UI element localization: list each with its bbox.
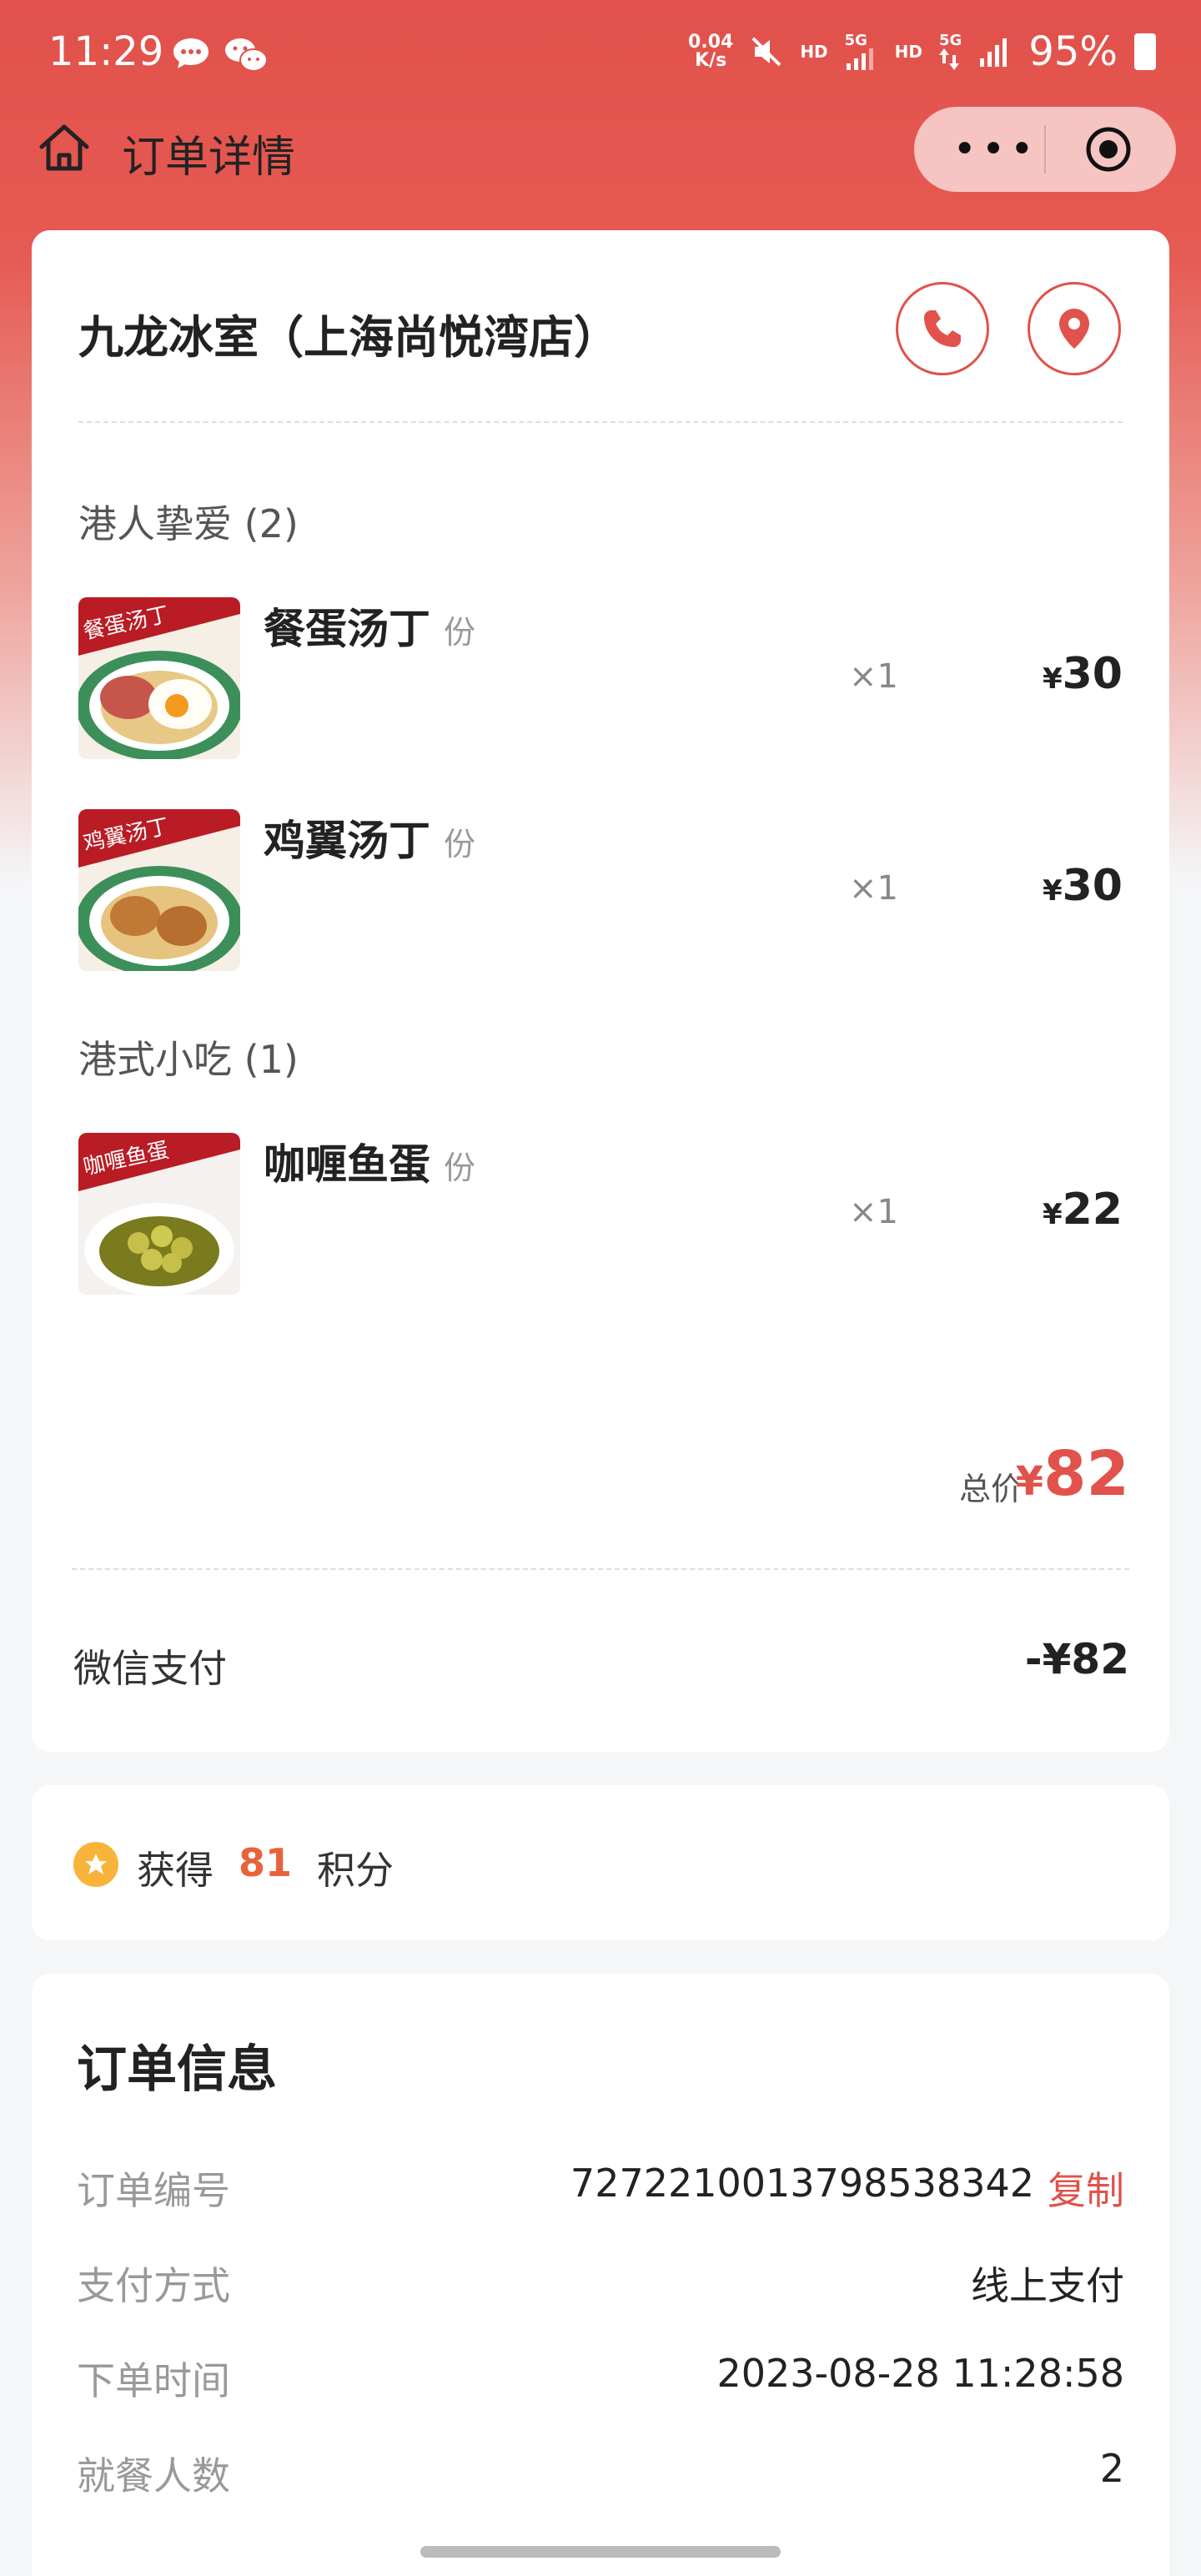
battery-percent: 95% xyxy=(1028,28,1118,75)
item-unit: 份 xyxy=(444,614,476,651)
item-image: 咖喱鱼蛋 xyxy=(78,1133,240,1295)
points-card: 获得 81 积分 xyxy=(32,1785,1169,1940)
mute-icon xyxy=(751,37,781,67)
item-price-value: 30 xyxy=(1062,649,1123,699)
currency-symbol: ¥ xyxy=(1042,1198,1063,1231)
info-label: 下单时间 xyxy=(77,2358,230,2403)
location-pin-icon xyxy=(1059,309,1089,349)
signal-1: 5G xyxy=(845,33,878,70)
speed-value: 0.04 xyxy=(688,32,734,53)
item-unit: 份 xyxy=(444,1150,476,1186)
item-image: 餐蛋汤丁 xyxy=(78,597,240,759)
item-price-value: 22 xyxy=(1062,1185,1123,1235)
order-card: 九龙冰室（上海尚悦湾店） 港人挚爱 (2) 餐蛋汤丁 餐蛋汤丁份 ×1 ¥30 xyxy=(32,230,1169,1752)
item-name-text: 餐蛋汤丁 xyxy=(264,605,430,653)
payment-amount: -¥82 xyxy=(1024,1635,1129,1683)
hd-label-1: HD xyxy=(800,42,828,62)
points-value: 81 xyxy=(239,1840,293,1885)
category-label: 港人挚爱 (2) xyxy=(78,501,299,546)
food-image-egg-luncheon: 餐蛋汤丁 xyxy=(78,597,240,759)
signal-bars-icon xyxy=(846,48,873,70)
item-name-text: 鸡翼汤丁 xyxy=(264,817,430,865)
status-bar: 11:29 0.04 K/s HD 5G HD 5G 95% xyxy=(0,0,1201,108)
page-header: 订单详情 ••• xyxy=(0,100,1201,199)
item-qty: ×1 xyxy=(849,1193,898,1231)
item-price-value: 30 xyxy=(1062,861,1123,911)
battery-icon xyxy=(1134,33,1156,70)
total-label: 总价 xyxy=(958,1471,1023,1507)
order-info-title: 订单信息 xyxy=(77,2040,277,2099)
food-image-curry-fishball: 咖喱鱼蛋 xyxy=(78,1133,240,1295)
info-label: 订单编号 xyxy=(77,2168,230,2213)
item-name-text: 咖喱鱼蛋 xyxy=(264,1140,430,1189)
points-text: 获得 81 积分 xyxy=(137,1840,394,1895)
points-suffix: 积分 xyxy=(317,1848,394,1893)
info-row-order-number: 订单编号 7272210013798538342 复制 xyxy=(77,2161,1124,2213)
signal-2: 5G xyxy=(939,33,962,70)
category-label: 港式小吃 (1) xyxy=(78,1037,299,1082)
capsule-divider xyxy=(1044,125,1046,174)
speed-unit: K/s xyxy=(695,50,727,71)
star-icon xyxy=(73,1842,118,1887)
item-name: 咖喱鱼蛋份 xyxy=(264,1131,475,1191)
page-title: 订单详情 xyxy=(122,133,296,183)
copy-button[interactable]: 复制 xyxy=(1048,2161,1124,2216)
item-name: 餐蛋汤丁份 xyxy=(264,596,475,656)
home-icon[interactable] xyxy=(37,120,92,175)
order-info-card: 订单信息 订单编号 7272210013798538342 复制 支付方式 线上… xyxy=(32,1974,1169,2576)
divider xyxy=(78,421,1123,423)
data-arrows-icon xyxy=(939,48,959,70)
status-right: 0.04 K/s HD 5G HD 5G 95% xyxy=(688,28,1156,75)
item-qty: ×1 xyxy=(849,869,898,908)
network-speed: 0.04 K/s xyxy=(688,33,733,70)
info-row-order-time: 下单时间 2023-08-28 11:28:58 xyxy=(77,2351,1124,2403)
star-glyph-icon xyxy=(85,1854,107,1874)
diners-value: 2 xyxy=(1099,2446,1124,2491)
order-number-value: 7272210013798538342 xyxy=(570,2161,1034,2206)
item-name: 鸡翼汤丁份 xyxy=(264,808,475,868)
total-price-value: 82 xyxy=(1043,1438,1129,1510)
item-price: ¥30 xyxy=(1043,649,1123,699)
status-time: 11:29 xyxy=(48,28,164,75)
currency-symbol: ¥ xyxy=(1042,874,1063,908)
info-label: 就餐人数 xyxy=(77,2453,230,2498)
info-label: 支付方式 xyxy=(77,2263,230,2308)
call-button[interactable] xyxy=(896,282,989,375)
item-qty: ×1 xyxy=(849,657,898,696)
phone-icon xyxy=(924,310,961,347)
network-gen-2: 5G xyxy=(939,32,962,49)
total-price: ¥82 xyxy=(1016,1438,1129,1510)
points-prefix: 获得 xyxy=(137,1848,214,1893)
payment-method-value: 线上支付 xyxy=(971,2263,1124,2308)
location-button[interactable] xyxy=(1028,282,1121,375)
wechat-icon xyxy=(225,38,268,72)
item-price: ¥30 xyxy=(1043,861,1123,911)
order-time-value: 2023-08-28 11:28:58 xyxy=(716,2351,1124,2396)
info-row-payment-method: 支付方式 线上支付 xyxy=(77,2256,1124,2308)
hd-label-2: HD xyxy=(894,42,922,62)
info-row-diners: 就餐人数 2 xyxy=(77,2446,1124,2498)
message-icon xyxy=(173,38,209,68)
close-target-icon[interactable] xyxy=(1084,125,1133,174)
store-name: 九龙冰室（上海尚悦湾店） xyxy=(78,311,619,364)
food-image-chicken-wing: 鸡翼汤丁 xyxy=(78,809,240,971)
mini-program-capsule: ••• xyxy=(914,107,1176,192)
currency-symbol: ¥ xyxy=(1015,1458,1044,1505)
home-indicator[interactable] xyxy=(420,2546,781,2558)
currency-symbol: ¥ xyxy=(1042,662,1063,696)
divider xyxy=(72,1568,1129,1570)
signal-bars-icon xyxy=(980,38,1008,67)
more-button[interactable]: ••• xyxy=(946,125,1046,174)
item-image: 鸡翼汤丁 xyxy=(78,809,240,971)
network-gen-1: 5G xyxy=(844,32,867,49)
payment-method-label: 微信支付 xyxy=(73,1646,227,1691)
item-unit: 份 xyxy=(444,826,476,863)
item-price: ¥22 xyxy=(1043,1185,1123,1235)
